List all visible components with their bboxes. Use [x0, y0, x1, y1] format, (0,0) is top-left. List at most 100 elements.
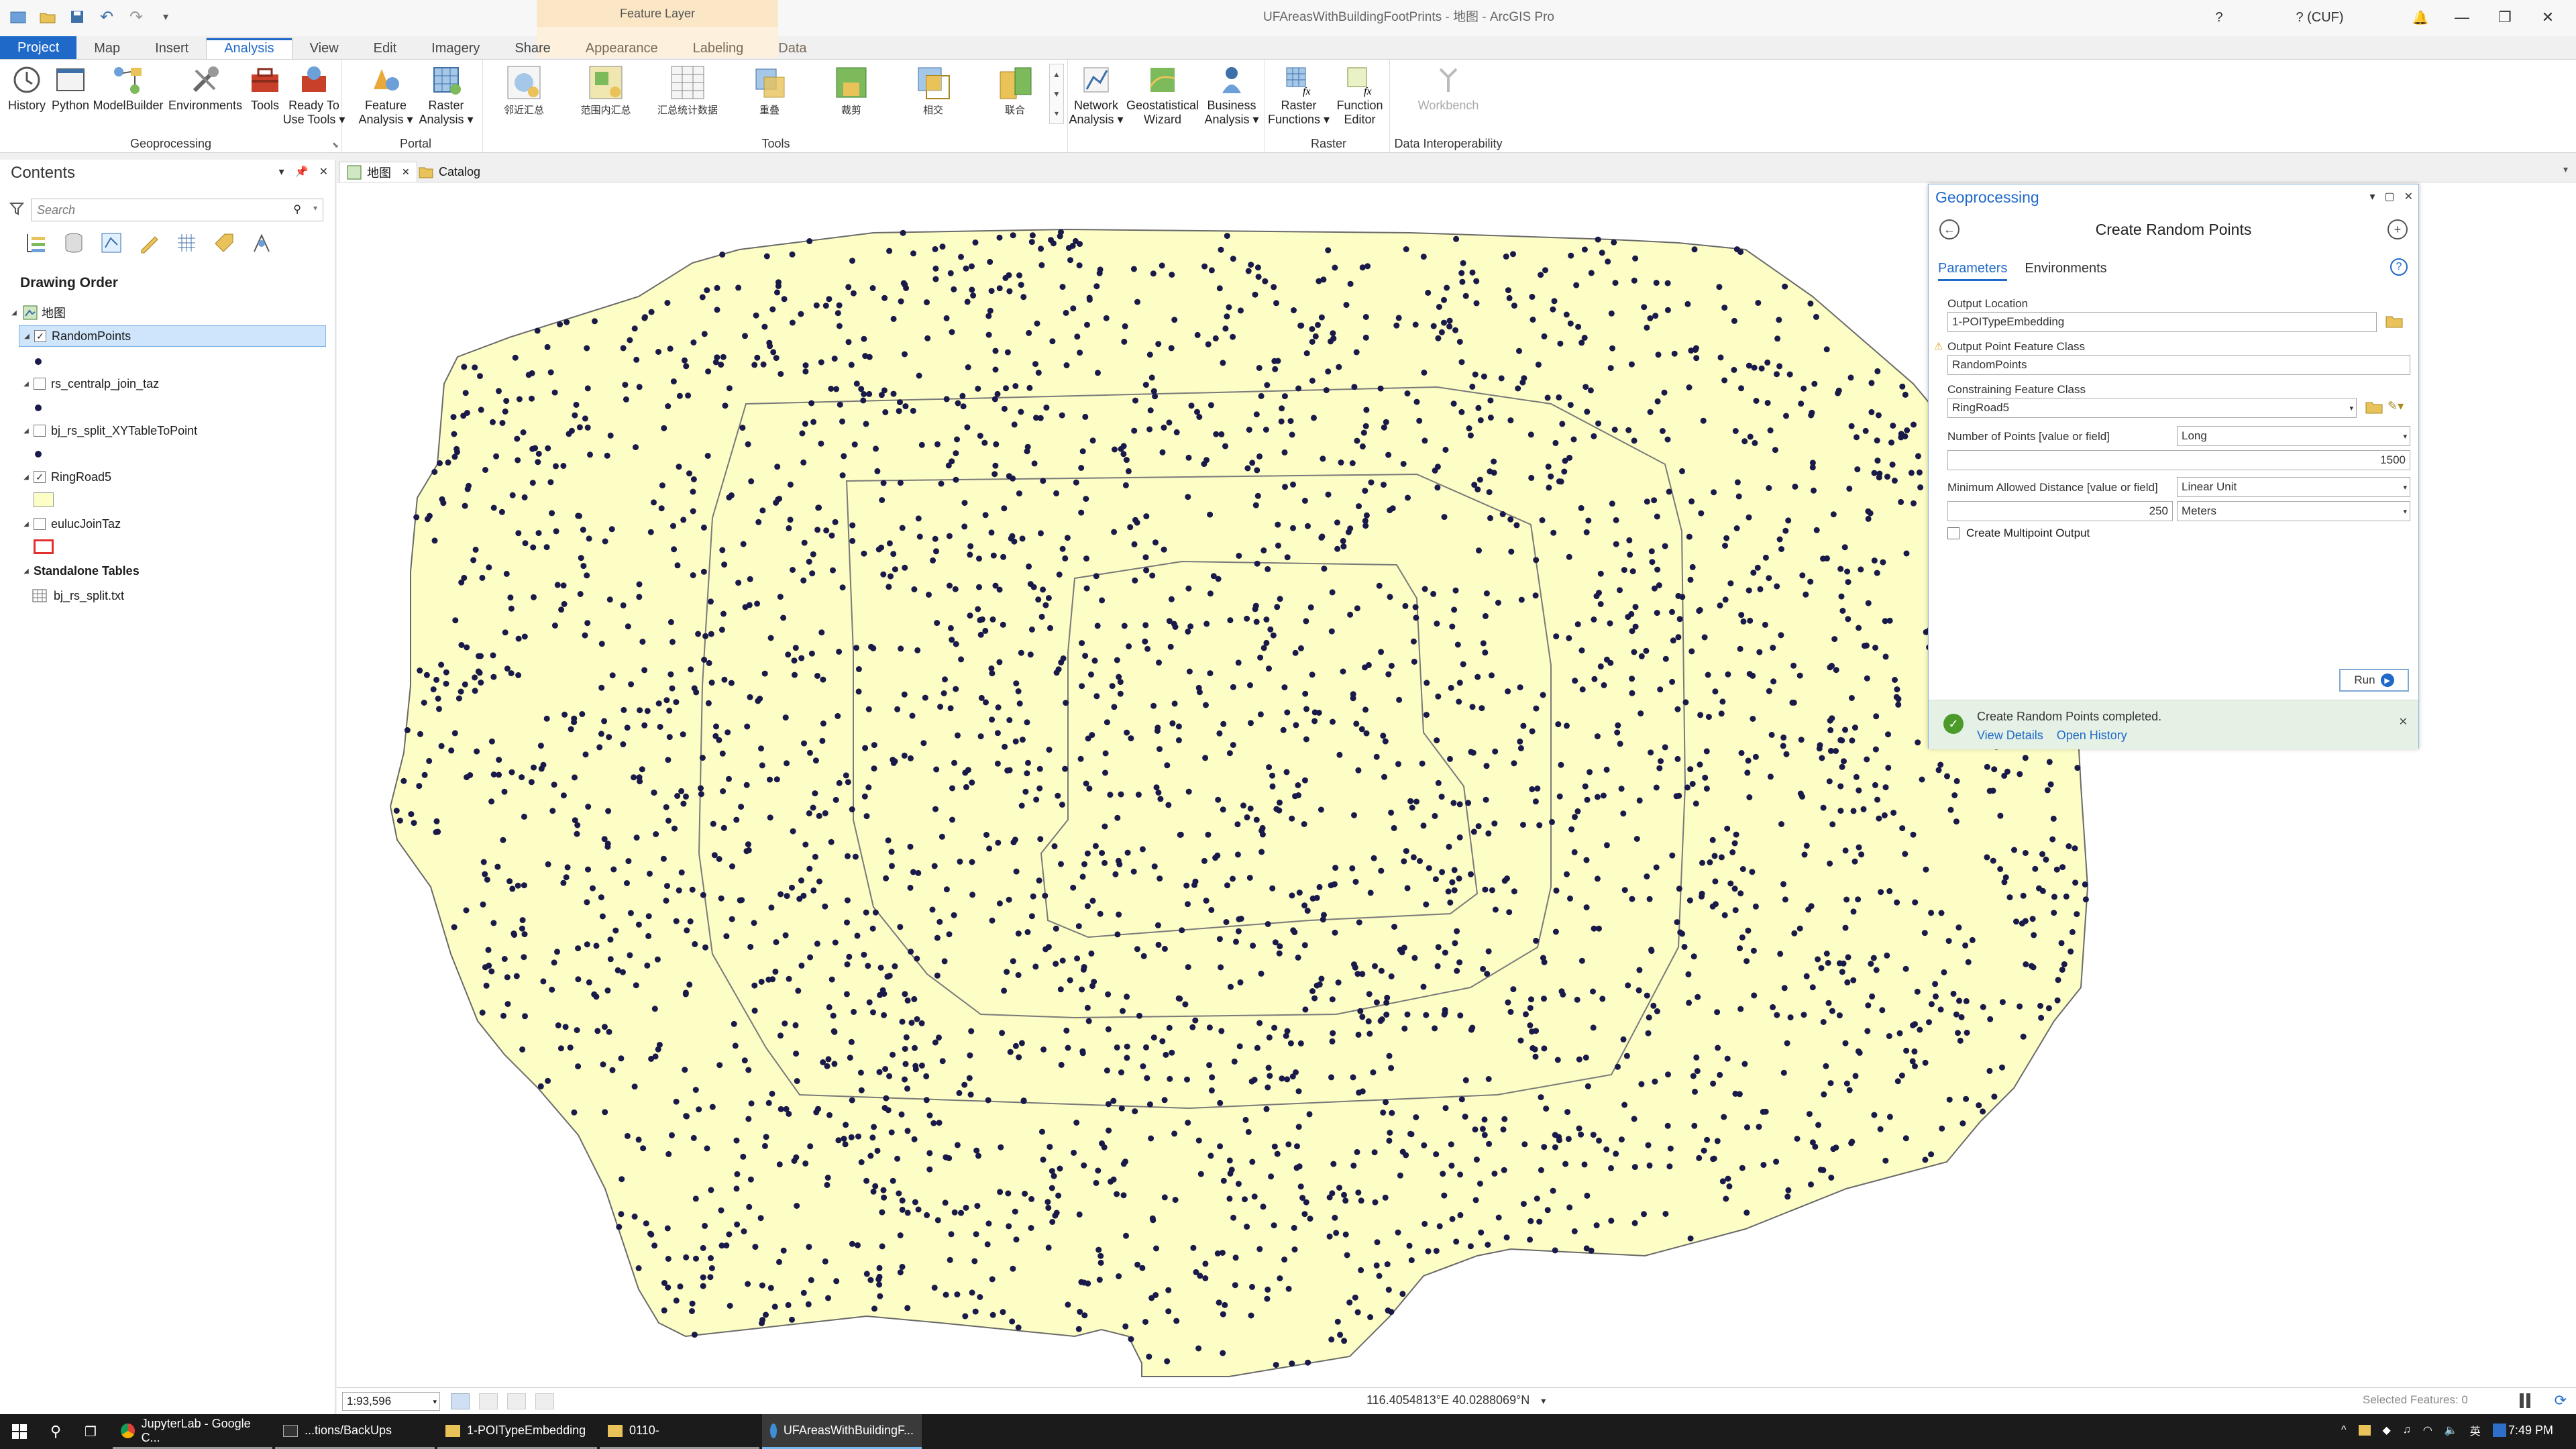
random-point[interactable] [1871, 1112, 1878, 1118]
random-point[interactable] [684, 927, 690, 934]
random-point[interactable] [1846, 485, 1853, 492]
random-point[interactable] [1408, 1131, 1415, 1138]
random-point[interactable] [1164, 1358, 1171, 1364]
random-point[interactable] [1353, 720, 1360, 727]
random-point[interactable] [989, 716, 996, 723]
random-point[interactable] [504, 974, 511, 981]
random-point[interactable] [1928, 910, 1935, 916]
layer-bj-rs-split-xytabletopoint[interactable]: ◢ bj_rs_split_XYTableToPoint [21, 420, 350, 441]
random-point[interactable] [1112, 871, 1119, 877]
random-point[interactable] [1110, 1097, 1117, 1104]
random-point[interactable] [1273, 1362, 1279, 1368]
random-point[interactable] [1016, 272, 1022, 278]
random-point[interactable] [1309, 672, 1316, 678]
dropdown-arrow-icon[interactable]: ▾ [2403, 507, 2407, 516]
random-point[interactable] [571, 719, 578, 726]
random-point[interactable] [549, 808, 556, 814]
random-point[interactable] [984, 1241, 991, 1248]
random-point[interactable] [515, 457, 521, 464]
random-point[interactable] [1825, 959, 1831, 966]
random-point[interactable] [1412, 321, 1419, 328]
random-point[interactable] [1408, 1257, 1415, 1264]
random-point[interactable] [584, 424, 591, 431]
random-point[interactable] [774, 289, 780, 296]
random-point[interactable] [1854, 466, 1861, 473]
random-point[interactable] [1564, 722, 1570, 729]
random-point[interactable] [1058, 1061, 1065, 1068]
random-point[interactable] [1285, 1285, 1292, 1292]
random-point[interactable] [1272, 366, 1279, 372]
random-point[interactable] [707, 1274, 714, 1281]
random-point[interactable] [1746, 587, 1752, 594]
random-point[interactable] [745, 441, 751, 447]
random-point[interactable] [1220, 1177, 1227, 1184]
random-point[interactable] [1770, 678, 1777, 685]
random-point[interactable] [1323, 387, 1330, 394]
random-point[interactable] [1079, 683, 1085, 690]
random-point[interactable] [1018, 1040, 1025, 1046]
random-point[interactable] [871, 1305, 877, 1312]
random-point[interactable] [1104, 1067, 1110, 1074]
random-point[interactable] [654, 956, 661, 963]
random-point[interactable] [1372, 963, 1378, 969]
random-point[interactable] [1326, 1233, 1333, 1240]
random-point[interactable] [1351, 384, 1358, 390]
random-point[interactable] [1520, 1201, 1527, 1208]
random-point[interactable] [1038, 613, 1045, 620]
random-point[interactable] [853, 380, 860, 387]
random-point[interactable] [686, 981, 693, 988]
random-point[interactable] [1152, 539, 1159, 546]
random-point[interactable] [1325, 491, 1332, 498]
random-point[interactable] [924, 335, 931, 341]
random-point[interactable] [714, 284, 720, 291]
random-point[interactable] [1809, 460, 1816, 466]
random-point[interactable] [1711, 489, 1717, 496]
random-point[interactable] [1184, 1076, 1190, 1083]
random-point[interactable] [1953, 777, 1960, 784]
random-point[interactable] [867, 1277, 874, 1283]
random-point[interactable] [1265, 1286, 1271, 1293]
random-point[interactable] [819, 737, 826, 744]
random-point[interactable] [1084, 903, 1091, 910]
random-point[interactable] [1902, 965, 1909, 972]
random-point[interactable] [661, 425, 667, 431]
pane-options-icon[interactable]: ▾ [279, 165, 284, 178]
random-point[interactable] [1529, 317, 1536, 323]
random-point[interactable] [833, 796, 839, 803]
random-point[interactable] [926, 1150, 933, 1157]
ready-to-use-tools-button[interactable]: Ready To Use Tools ▾ [283, 62, 345, 127]
random-point[interactable] [1731, 885, 1738, 892]
random-point[interactable] [1865, 600, 1872, 606]
random-point[interactable] [1737, 645, 1743, 652]
random-point[interactable] [1435, 944, 1442, 951]
random-point[interactable] [1271, 1222, 1277, 1229]
random-point[interactable] [607, 432, 614, 439]
random-point[interactable] [951, 286, 957, 292]
random-point[interactable] [733, 1137, 740, 1144]
random-point[interactable] [901, 691, 908, 698]
random-point[interactable] [1536, 1218, 1543, 1225]
random-point[interactable] [1646, 896, 1653, 902]
random-point[interactable] [631, 774, 637, 781]
random-point[interactable] [1459, 278, 1466, 285]
random-point[interactable] [1776, 317, 1782, 323]
random-point[interactable] [503, 570, 510, 577]
random-point[interactable] [1353, 349, 1360, 356]
random-point[interactable] [1292, 793, 1298, 800]
gallery-scroll-down-icon[interactable]: ▼ [1053, 89, 1061, 99]
random-point[interactable] [1501, 1116, 1508, 1122]
random-point[interactable] [1482, 886, 1489, 893]
random-point[interactable] [1679, 468, 1685, 474]
random-point[interactable] [1567, 320, 1574, 327]
random-point[interactable] [748, 1100, 755, 1107]
random-point[interactable] [1340, 537, 1346, 544]
random-point[interactable] [1653, 864, 1660, 871]
coordinate-format-icon[interactable]: ▾ [1541, 1395, 1546, 1406]
random-point[interactable] [1492, 748, 1499, 755]
scale-dropdown-icon[interactable]: ▾ [433, 1397, 437, 1406]
random-point[interactable] [914, 955, 920, 962]
random-point[interactable] [1456, 959, 1463, 966]
random-point[interactable] [627, 952, 633, 959]
random-point[interactable] [789, 884, 795, 891]
random-point[interactable] [665, 403, 672, 409]
